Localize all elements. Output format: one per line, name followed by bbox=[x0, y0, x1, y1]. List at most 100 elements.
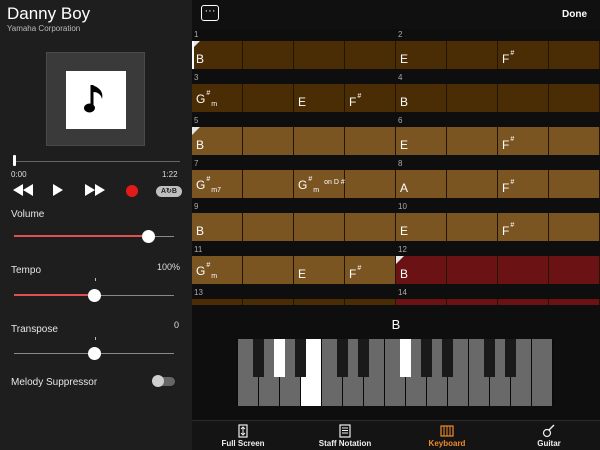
chord-cell[interactable]: E bbox=[294, 256, 345, 284]
chord-cell[interactable] bbox=[345, 299, 396, 305]
chord-cell[interactable] bbox=[243, 299, 294, 305]
chord-cell[interactable] bbox=[447, 41, 498, 69]
chord-cell[interactable]: G#m bbox=[192, 256, 243, 284]
chord-cell[interactable] bbox=[549, 213, 600, 241]
chord-cell[interactable] bbox=[549, 41, 600, 69]
chord-cell[interactable] bbox=[243, 127, 294, 155]
chord-cell[interactable] bbox=[192, 299, 243, 305]
chord-cell[interactable]: G#m on D # bbox=[294, 170, 345, 198]
chord-cell[interactable] bbox=[294, 127, 345, 155]
song-progress-track[interactable] bbox=[14, 161, 180, 162]
chord-cell[interactable] bbox=[345, 213, 396, 241]
chord-accidental: # bbox=[357, 265, 362, 272]
chord-row: B E F# bbox=[192, 127, 600, 155]
chord-cell[interactable]: E bbox=[396, 213, 447, 241]
section-flag-icon bbox=[192, 127, 200, 135]
chord-cell[interactable]: B bbox=[396, 256, 447, 284]
chord-cell[interactable] bbox=[345, 170, 396, 198]
chord-cell[interactable] bbox=[243, 41, 294, 69]
keyboard-diagram bbox=[237, 339, 554, 406]
black-key bbox=[442, 339, 453, 377]
chord-cell[interactable]: B bbox=[396, 84, 447, 112]
chord-cell[interactable]: B bbox=[192, 127, 243, 155]
chord-cell[interactable] bbox=[345, 127, 396, 155]
tab-keyboard[interactable]: Keyboard bbox=[396, 421, 498, 450]
chord-symbol: E bbox=[298, 268, 306, 280]
chord-cell[interactable] bbox=[498, 299, 549, 305]
chord-cell[interactable] bbox=[396, 299, 447, 305]
chord-cell[interactable]: E bbox=[294, 84, 345, 112]
melody-suppressor-toggle[interactable] bbox=[152, 375, 175, 387]
tempo-label: Tempo bbox=[11, 265, 42, 276]
chord-cell[interactable] bbox=[447, 127, 498, 155]
chord-cell[interactable] bbox=[498, 256, 549, 284]
chord-accidental: # bbox=[510, 50, 515, 57]
chord-cell[interactable] bbox=[447, 256, 498, 284]
black-key bbox=[421, 339, 432, 377]
chord-cell[interactable] bbox=[243, 170, 294, 198]
chord-cell[interactable] bbox=[549, 170, 600, 198]
chord-cell[interactable]: F# bbox=[345, 84, 396, 112]
play-button[interactable] bbox=[52, 183, 68, 199]
chord-cell[interactable]: F# bbox=[498, 41, 549, 69]
tempo-slider-thumb[interactable] bbox=[87, 289, 101, 302]
record-button[interactable] bbox=[126, 183, 138, 199]
chord-cell[interactable] bbox=[243, 256, 294, 284]
music-note-icon bbox=[84, 85, 103, 113]
fast-forward-button[interactable] bbox=[84, 183, 108, 199]
chord-cell[interactable] bbox=[294, 213, 345, 241]
chord-row bbox=[192, 299, 600, 305]
chord-root: E bbox=[400, 224, 409, 238]
chord-cell[interactable] bbox=[243, 84, 294, 112]
chord-cell[interactable] bbox=[549, 127, 600, 155]
chord-row: B E F# bbox=[192, 213, 600, 241]
ab-repeat-button[interactable]: A↻B bbox=[156, 186, 182, 197]
chord-cell[interactable]: F# bbox=[498, 127, 549, 155]
chord-cell[interactable]: A bbox=[396, 170, 447, 198]
chord-quality: m bbox=[211, 101, 218, 108]
more-menu-button[interactable]: ··· bbox=[201, 5, 219, 21]
chord-bass: on D # bbox=[324, 178, 345, 186]
chord-cell[interactable]: G#m7 bbox=[192, 170, 243, 198]
song-progress-thumb[interactable] bbox=[13, 155, 16, 166]
chord-cell[interactable] bbox=[294, 41, 345, 69]
chord-root: F bbox=[502, 224, 510, 238]
chord-cell[interactable]: F# bbox=[498, 213, 549, 241]
transpose-slider-thumb[interactable] bbox=[87, 347, 101, 360]
chord-grid[interactable]: 1 2 B E F# 3 4 G#m E F# B 5 6 B E F# 7 8 G#m7 G#mon D # A F# 9… bbox=[192, 29, 600, 305]
chord-cell[interactable]: E bbox=[396, 41, 447, 69]
chord-cell[interactable] bbox=[498, 84, 549, 112]
guitar-icon bbox=[542, 424, 556, 438]
chord-cell[interactable] bbox=[549, 299, 600, 305]
chord-root: B bbox=[400, 95, 409, 109]
tab-full-screen[interactable]: Full Screen bbox=[192, 421, 294, 450]
black-key bbox=[484, 339, 495, 377]
chord-cell[interactable] bbox=[447, 299, 498, 305]
chord-cell[interactable] bbox=[294, 299, 345, 305]
chord-root: G bbox=[196, 177, 206, 192]
record-icon bbox=[126, 185, 138, 197]
rewind-button[interactable] bbox=[12, 183, 36, 199]
chord-cell[interactable]: G#m bbox=[192, 84, 243, 112]
tab-guitar[interactable]: Guitar bbox=[498, 421, 600, 450]
chord-cell[interactable]: F# bbox=[345, 256, 396, 284]
done-button[interactable]: Done bbox=[562, 9, 587, 20]
playback-cursor bbox=[192, 41, 194, 69]
chord-cell[interactable] bbox=[549, 256, 600, 284]
chord-cell[interactable] bbox=[549, 84, 600, 112]
chord-cell[interactable] bbox=[447, 213, 498, 241]
chord-cell[interactable] bbox=[345, 41, 396, 69]
chord-cell[interactable]: E bbox=[396, 127, 447, 155]
chord-cell[interactable] bbox=[447, 84, 498, 112]
tempo-center-tick bbox=[95, 278, 96, 281]
bar-number: 1 bbox=[194, 30, 199, 39]
chord-root: G bbox=[298, 177, 308, 192]
chord-cell[interactable]: F# bbox=[498, 170, 549, 198]
tab-staff-notation[interactable]: Staff Notation bbox=[294, 421, 396, 450]
volume-slider-thumb[interactable] bbox=[141, 230, 155, 243]
chord-symbol: G#m on D # bbox=[298, 176, 345, 194]
chord-cell[interactable]: B bbox=[192, 213, 243, 241]
chord-cell[interactable]: B bbox=[192, 41, 243, 69]
chord-cell[interactable] bbox=[243, 213, 294, 241]
chord-cell[interactable] bbox=[447, 170, 498, 198]
